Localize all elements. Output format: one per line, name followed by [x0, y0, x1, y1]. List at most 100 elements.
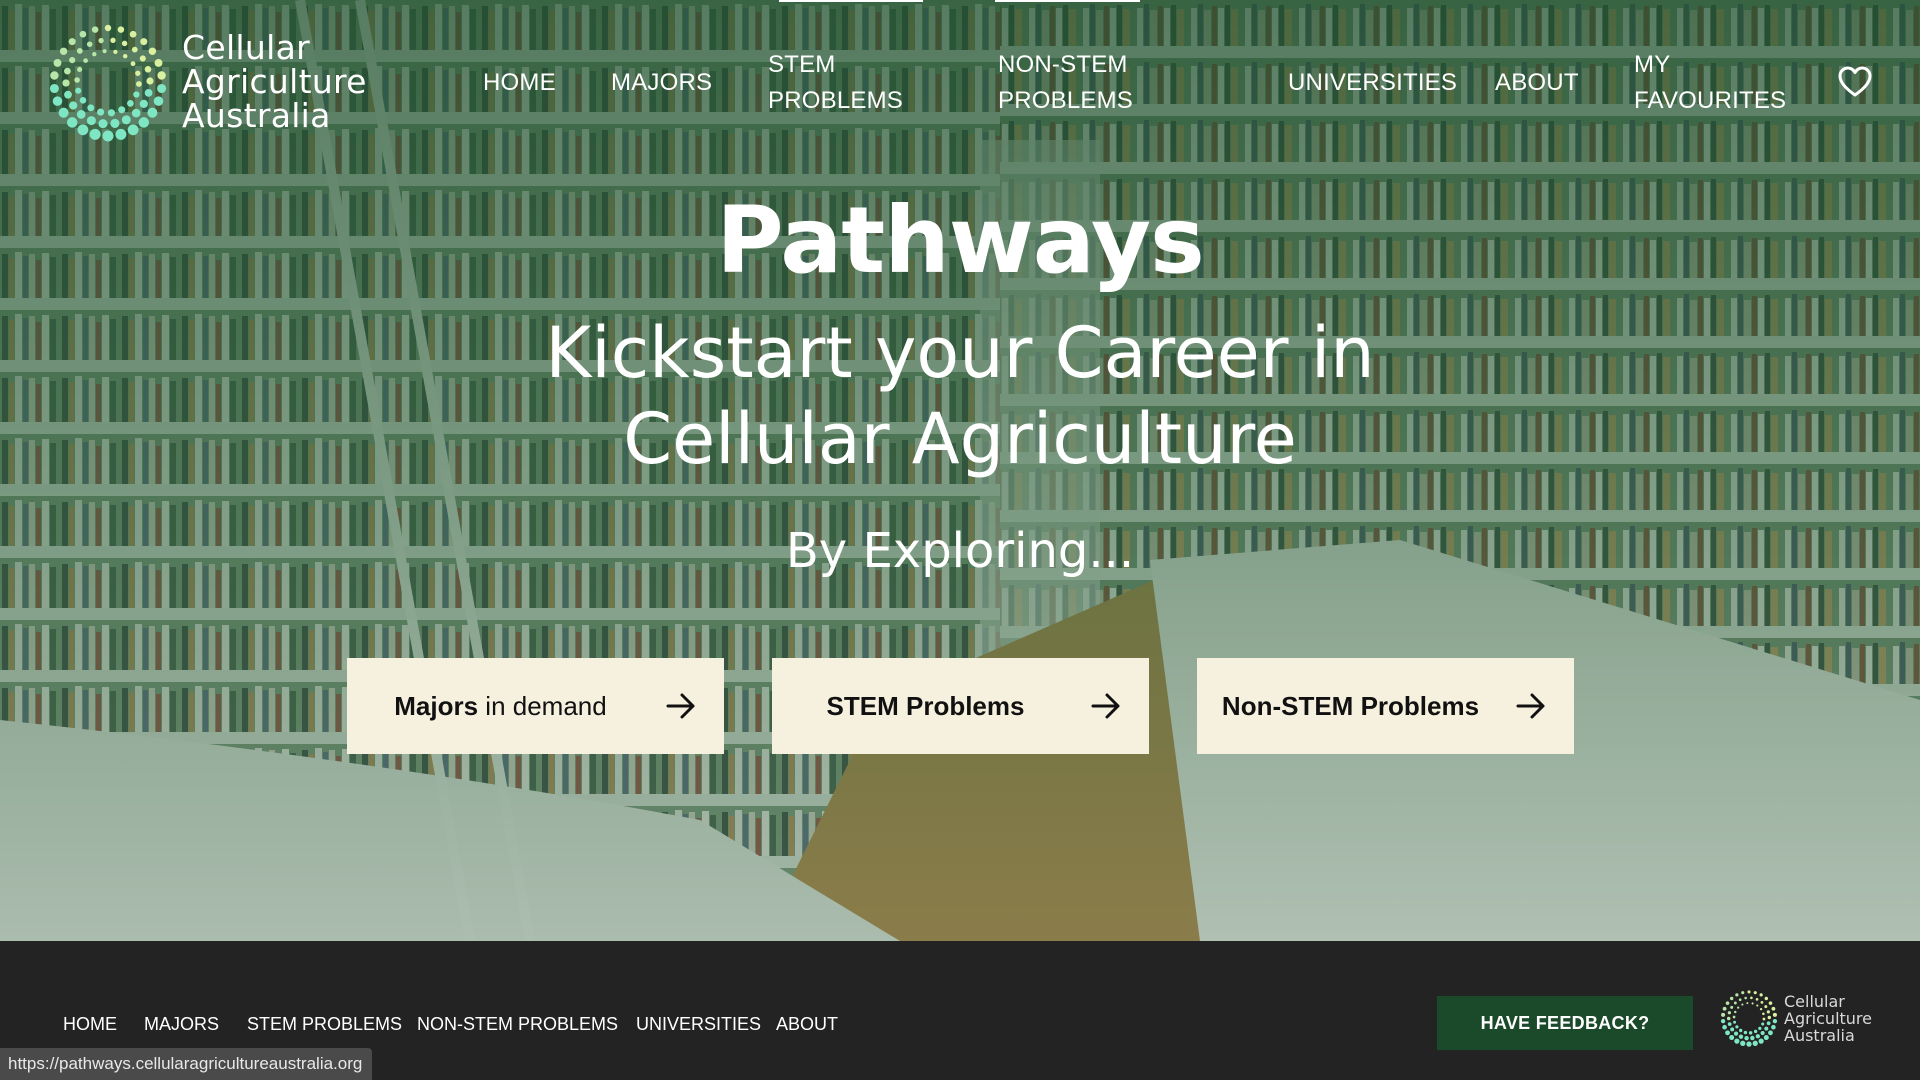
logo-dot [98, 119, 108, 129]
logo-dot [127, 100, 134, 107]
cta-label-rest: in demand [478, 690, 607, 721]
logo-dot [1750, 1035, 1755, 1041]
logo-dot [1733, 1031, 1739, 1036]
logo-dot [1725, 1001, 1730, 1005]
logo-dot [144, 65, 152, 73]
logo-line: Cellular [1784, 991, 1845, 1011]
logo-dot [66, 117, 78, 128]
footer-logo[interactable]: Cellular Agriculture Australia [1720, 987, 1872, 1049]
logo-dot [69, 101, 78, 110]
logo-dot [91, 26, 99, 33]
logo-dot [104, 24, 112, 32]
logo-dot [102, 130, 114, 142]
logo-dot [1738, 998, 1742, 1002]
logo-dot [83, 58, 88, 63]
stem-problems-button[interactable]: STEM Problems [772, 658, 1149, 754]
logo-dot [148, 47, 157, 56]
have-feedback-button[interactable]: HAVE FEEDBACK? [1437, 996, 1693, 1050]
logo-dot [1747, 990, 1751, 994]
arrow-right-icon [1091, 693, 1120, 719]
footer-nav-stem-problems[interactable]: STEM PROBLEMS [247, 1010, 402, 1038]
logo-dot [1725, 1030, 1730, 1036]
cta-label: Non-STEM Problems [1197, 691, 1504, 722]
logo-dot [1744, 1035, 1749, 1041]
logo-dot [139, 99, 148, 109]
logo-dot [79, 30, 87, 38]
nav-my-favourites[interactable]: MY FAVOURITES [1634, 47, 1794, 119]
logo-dot [1737, 1006, 1740, 1009]
footer-nav-non-stem-problems[interactable]: NON-STEM PROBLEMS [417, 1010, 618, 1038]
cta-label: STEM Problems [772, 691, 1079, 722]
logo-dot [59, 47, 68, 56]
non-stem-problems-button[interactable]: Non-STEM Problems [1197, 658, 1574, 754]
logo-dot [118, 106, 126, 114]
dotted-ring-logo-icon [49, 24, 167, 142]
hero-subtitle: Kickstart your Career in Cellular Agricu… [0, 310, 1920, 482]
logo-dot [1732, 1015, 1736, 1019]
nav-universities[interactable]: UNIVERSITIES [1288, 65, 1457, 101]
logo-dot [1733, 1001, 1737, 1005]
logo-dot [130, 61, 136, 67]
logo-dot [1755, 998, 1759, 1001]
logo-line: Australia [182, 96, 331, 135]
footer-nav-majors[interactable]: MAJORS [144, 1010, 219, 1038]
logo-dot [1750, 996, 1753, 1000]
logo-dot [121, 40, 128, 47]
logo-dot [129, 30, 137, 38]
arrow-right-icon [1516, 693, 1545, 719]
logo-wordmark: Cellular Agriculture Australia [182, 31, 367, 133]
logo-dot [1721, 1012, 1726, 1017]
logo-dot [89, 128, 101, 140]
nav-home[interactable]: HOME [483, 65, 556, 101]
logo-dot [1758, 1026, 1762, 1030]
logo-dot [1760, 1030, 1765, 1036]
logo-dot [77, 66, 83, 73]
footer-nav-universities[interactable]: UNIVERSITIES [636, 1010, 761, 1038]
logo-dot [121, 115, 131, 125]
logo-dot [131, 46, 138, 53]
logo-dot [110, 37, 116, 43]
logo-dot [1739, 1028, 1743, 1033]
logo-dot [1741, 1003, 1744, 1006]
logo-dot [1764, 1026, 1769, 1031]
cta-label-bold: STEM Problems [826, 690, 1025, 721]
logo-dot [154, 58, 163, 67]
logo-line: Cellular [182, 28, 310, 67]
logo-dot [53, 58, 62, 67]
site-logo[interactable]: Cellular Agriculture Australia [48, 18, 367, 146]
logo-dot [86, 116, 96, 126]
logo-dot [1772, 1012, 1777, 1017]
logo-dot [1763, 1034, 1769, 1041]
footer-nav-about[interactable]: ABOUT [776, 1010, 838, 1038]
majors-in-demand-button[interactable]: Majors in demand [347, 658, 724, 754]
arrow-right-icon [666, 693, 695, 719]
logo-dot [1726, 1016, 1731, 1021]
logo-dot [75, 87, 82, 94]
logo-dot [153, 96, 164, 106]
logo-dot [1762, 1017, 1766, 1021]
logo-dot [1730, 1005, 1734, 1009]
logo-dot [97, 108, 105, 116]
logo-dot [1722, 1024, 1727, 1030]
logo-dot [1758, 1038, 1764, 1044]
logo-dot [135, 70, 141, 76]
logo-dot [110, 118, 120, 128]
status-bar-url: https://pathways.cellularagricultureaust… [0, 1048, 373, 1080]
logo-dot [1746, 1002, 1749, 1005]
logo-dot [1738, 1034, 1744, 1039]
logo-dot [1730, 1027, 1735, 1032]
logo-dot [1762, 1012, 1765, 1016]
nav-majors[interactable]: MAJORS [611, 65, 712, 101]
heart-icon[interactable] [1838, 66, 1872, 98]
top-indicator [779, 0, 923, 2]
logo-dot [1743, 1030, 1748, 1035]
nav-about[interactable]: ABOUT [1495, 65, 1579, 101]
logo-dot [1755, 1034, 1761, 1039]
logo-dot [1727, 1022, 1732, 1027]
nav-non-stem-problems[interactable]: NON-STEM PROBLEMS [998, 47, 1168, 119]
footer-nav-home[interactable]: HOME [63, 1010, 117, 1038]
logo-dot [138, 117, 150, 128]
logo-dot [68, 38, 76, 46]
logo-dot [1720, 1018, 1726, 1024]
nav-stem-problems[interactable]: STEM PROBLEMS [768, 47, 908, 119]
